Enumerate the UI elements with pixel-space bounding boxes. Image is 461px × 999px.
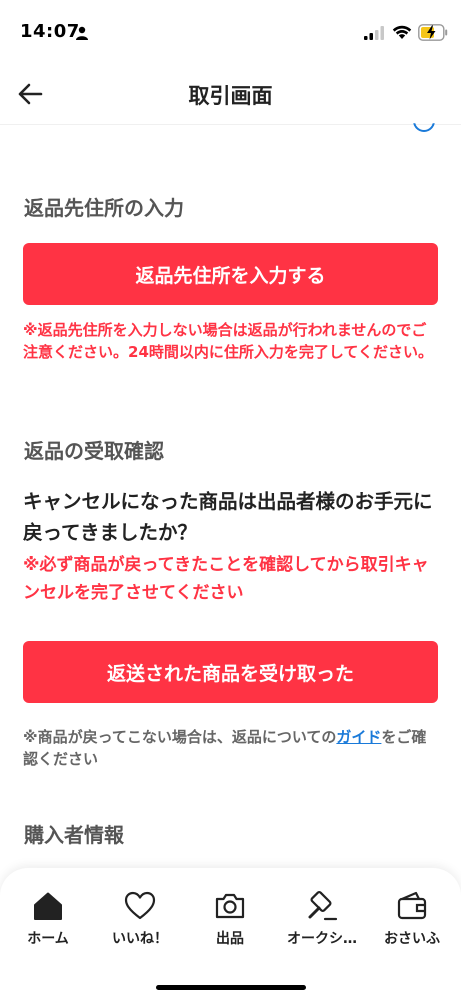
person-icon [76, 26, 88, 40]
received-returned-item-button[interactable]: 返送された商品を受け取った [23, 641, 438, 703]
tab-wallet-label: おさいふ [384, 931, 440, 947]
return-receipt-warning: ※必ず商品が戻ってきたことを確認してから取引キャンセルを完了させてください [23, 555, 429, 603]
page-title: 取引画面 [188, 84, 273, 108]
return-receipt-heading: 返品の受取確認 [24, 439, 164, 463]
note-prefix: ※商品が戻ってこない場合は、返品についての [23, 728, 337, 746]
tab-wallet[interactable]: おさいふ [366, 890, 458, 960]
wifi-icon [392, 25, 412, 39]
signal-icon [364, 26, 384, 40]
tab-likes[interactable]: いいね！ [94, 890, 186, 960]
tab-home[interactable]: ホーム [2, 890, 94, 960]
status-bar: 14:07 [0, 0, 461, 64]
tab-likes-label: いいね！ [112, 931, 168, 947]
gavel-icon [308, 890, 338, 921]
camera-icon [215, 893, 245, 919]
tab-auction-label: オークシ… [287, 931, 357, 947]
tab-home-label: ホーム [27, 931, 69, 947]
header-divider [0, 124, 461, 125]
wallet-icon [397, 891, 427, 920]
return-guide-note: ※商品が戻ってこない場合は、返品についてのガイドをご確認ください [23, 726, 441, 770]
return-question: キャンセルになった商品は出品者様のお手元に戻ってきましたか？ [23, 490, 433, 544]
tab-sell[interactable]: 出品 [184, 890, 276, 960]
header: 取引画面 [0, 64, 461, 124]
tab-bar: ホーム いいね！ 出品 オークシ… おさいふ [0, 868, 461, 999]
battery-icon [418, 24, 448, 41]
status-time: 14:07 [20, 21, 80, 42]
screen: 14:07 取引画面 返品先住所の入力 返品先住所を入力する ※返品先住所を入力… [0, 0, 461, 999]
return-address-warning: ※返品先住所を入力しない場合は返品が行われませんのでご注意ください。24時間以内… [23, 321, 433, 361]
home-indicator [156, 985, 306, 990]
guide-link[interactable]: ガイド [336, 728, 381, 746]
tab-sell-label: 出品 [216, 931, 244, 947]
enter-return-address-button[interactable]: 返品先住所を入力する [23, 243, 438, 305]
tab-auction[interactable]: オークシ… [276, 890, 368, 960]
heart-icon [124, 891, 156, 920]
home-icon [34, 892, 62, 920]
buyer-info-heading: 購入者情報 [24, 823, 124, 847]
return-address-heading: 返品先住所の入力 [24, 196, 184, 220]
